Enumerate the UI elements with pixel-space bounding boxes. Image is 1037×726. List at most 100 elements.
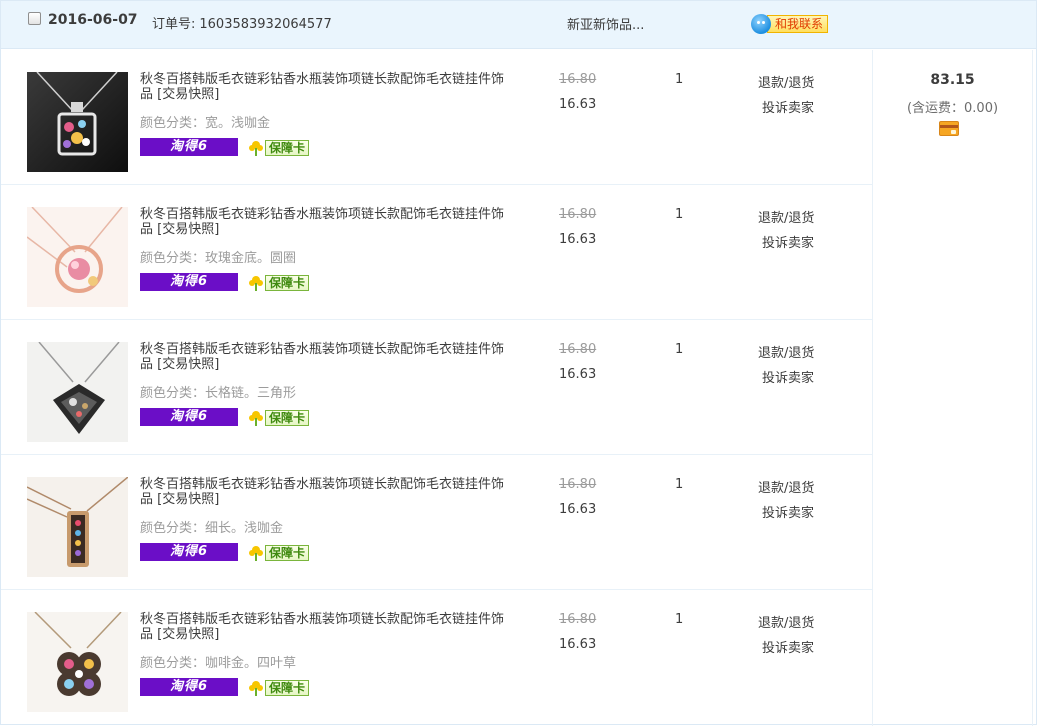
- sku-info: 颜色分类：玫瑰金底。圆圈: [140, 247, 296, 266]
- sku-info: 颜色分类：咖啡金。四叶草: [140, 652, 296, 671]
- order-number-value: 1603583932064577: [199, 17, 332, 32]
- actual-price: 16.63: [559, 637, 597, 652]
- trade-snapshot-link[interactable]: [交易快照]: [157, 222, 219, 237]
- order-item-row: 秋冬百搭韩版毛衣链彩钻香水瓶装饰项链长款配饰毛衣链挂件饰品 [交易快照] 颜色分…: [1, 185, 872, 320]
- guarantee-card-badge[interactable]: 保障卡: [248, 543, 310, 562]
- guarantee-card-label: 保障卡: [265, 409, 310, 426]
- order-total: 83.15: [930, 72, 975, 88]
- original-price: 16.80: [559, 342, 597, 357]
- complain-seller-link[interactable]: 投诉卖家: [762, 502, 814, 521]
- sku-value: 长格链。三角形: [205, 386, 297, 401]
- actual-price: 16.63: [559, 367, 597, 382]
- original-price: 16.80: [559, 207, 597, 222]
- trade-snapshot-link[interactable]: [交易快照]: [157, 87, 219, 102]
- necklace-image: [27, 342, 128, 442]
- trade-snapshot-link[interactable]: [交易快照]: [157, 627, 219, 642]
- complain-seller-link[interactable]: 投诉卖家: [762, 232, 814, 251]
- original-price: 16.80: [559, 477, 597, 492]
- refund-return-link[interactable]: 退款/退货: [758, 207, 814, 226]
- actual-price: 16.63: [559, 232, 597, 247]
- tao-badge[interactable]: 淘得6: [140, 678, 238, 696]
- shield-flower-icon: [249, 140, 263, 156]
- order-number-label: 订单号:: [152, 17, 196, 32]
- column-divider: [1032, 50, 1033, 726]
- necklace-image: [27, 72, 128, 172]
- quantity: 1: [675, 72, 684, 87]
- sku-label: 颜色分类：: [140, 521, 206, 536]
- shop-name-link[interactable]: 新亚新饰品...: [567, 14, 644, 33]
- necklace-image: [27, 477, 128, 577]
- sku-info: 颜色分类：宽。浅咖金: [140, 112, 270, 131]
- quantity: 1: [675, 207, 684, 222]
- column-divider: [872, 50, 873, 726]
- trade-snapshot-link[interactable]: [交易快照]: [157, 492, 219, 507]
- product-title[interactable]: 秋冬百搭韩版毛衣链彩钻香水瓶装饰项链长款配饰毛衣链挂件饰品 [交易快照]: [140, 342, 510, 372]
- sku-label: 颜色分类：: [140, 656, 206, 671]
- complain-seller-link[interactable]: 投诉卖家: [762, 637, 814, 656]
- product-thumbnail[interactable]: [27, 72, 128, 172]
- refund-return-link[interactable]: 退款/退货: [758, 72, 814, 91]
- guarantee-card-label: 保障卡: [265, 679, 310, 696]
- shield-flower-icon: [249, 680, 263, 696]
- refund-return-link[interactable]: 退款/退货: [758, 342, 814, 361]
- shipping-fee: (含运费：0.00): [906, 101, 999, 116]
- order-item-row: 秋冬百搭韩版毛衣链彩钻香水瓶装饰项链长款配饰毛衣链挂件饰品 [交易快照] 颜色分…: [1, 590, 872, 725]
- sku-value: 宽。浅咖金: [205, 116, 271, 131]
- credit-card-icon[interactable]: [939, 121, 959, 136]
- order-select-checkbox[interactable]: [28, 12, 41, 25]
- sku-value: 玫瑰金底。圆圈: [205, 251, 297, 266]
- complain-seller-link[interactable]: 投诉卖家: [762, 97, 814, 116]
- sku-label: 颜色分类：: [140, 251, 206, 266]
- sku-label: 颜色分类：: [140, 116, 206, 131]
- guarantee-card-label: 保障卡: [265, 274, 310, 291]
- tao-badge[interactable]: 淘得6: [140, 273, 238, 291]
- order-card: 2016-06-07 订单号: 1603583932064577 新亚新饰品...…: [0, 0, 1037, 726]
- shield-flower-icon: [249, 275, 263, 291]
- tao-badge[interactable]: 淘得6: [140, 408, 238, 426]
- shield-flower-icon: [249, 410, 263, 426]
- guarantee-card-badge[interactable]: 保障卡: [248, 138, 310, 157]
- product-thumbnail[interactable]: [27, 612, 128, 712]
- actual-price: 16.63: [559, 97, 597, 112]
- order-item-row: 秋冬百搭韩版毛衣链彩钻香水瓶装饰项链长款配饰毛衣链挂件饰品 [交易快照] 颜色分…: [1, 455, 872, 590]
- guarantee-card-badge[interactable]: 保障卡: [248, 408, 310, 427]
- guarantee-card-label: 保障卡: [265, 139, 310, 156]
- tao-badge[interactable]: 淘得6: [140, 138, 238, 156]
- quantity: 1: [675, 477, 684, 492]
- sku-info: 颜色分类：长格链。三角形: [140, 382, 296, 401]
- sku-info: 颜色分类：细长。浅咖金: [140, 517, 283, 536]
- sku-value: 咖啡金。四叶草: [205, 656, 297, 671]
- original-price: 16.80: [559, 72, 597, 87]
- actual-price: 16.63: [559, 502, 597, 517]
- guarantee-card-badge[interactable]: 保障卡: [248, 273, 310, 292]
- quantity: 1: [675, 342, 684, 357]
- trade-snapshot-link[interactable]: [交易快照]: [157, 357, 219, 372]
- necklace-image: [27, 207, 128, 307]
- order-item-row: 秋冬百搭韩版毛衣链彩钻香水瓶装饰项链长款配饰毛衣链挂件饰品 [交易快照] 颜色分…: [1, 320, 872, 455]
- product-thumbnail[interactable]: [27, 342, 128, 442]
- contact-seller-label: 和我联系: [767, 15, 829, 33]
- refund-return-link[interactable]: 退款/退货: [758, 477, 814, 496]
- order-date: 2016-06-07: [48, 12, 138, 28]
- product-thumbnail[interactable]: [27, 477, 128, 577]
- sku-label: 颜色分类：: [140, 386, 206, 401]
- product-title[interactable]: 秋冬百搭韩版毛衣链彩钻香水瓶装饰项链长款配饰毛衣链挂件饰品 [交易快照]: [140, 72, 510, 102]
- refund-return-link[interactable]: 退款/退货: [758, 612, 814, 631]
- chat-avatar-icon: [751, 14, 771, 34]
- product-thumbnail[interactable]: [27, 207, 128, 307]
- guarantee-card-badge[interactable]: 保障卡: [248, 678, 310, 697]
- product-title[interactable]: 秋冬百搭韩版毛衣链彩钻香水瓶装饰项链长款配饰毛衣链挂件饰品 [交易快照]: [140, 612, 510, 642]
- product-title[interactable]: 秋冬百搭韩版毛衣链彩钻香水瓶装饰项链长款配饰毛衣链挂件饰品 [交易快照]: [140, 207, 510, 237]
- product-title[interactable]: 秋冬百搭韩版毛衣链彩钻香水瓶装饰项链长款配饰毛衣链挂件饰品 [交易快照]: [140, 477, 510, 507]
- order-header: 2016-06-07 订单号: 1603583932064577 新亚新饰品...…: [1, 1, 1036, 49]
- sku-value: 细长。浅咖金: [205, 521, 284, 536]
- order-number: 订单号: 1603583932064577: [152, 13, 332, 32]
- order-item-row: 秋冬百搭韩版毛衣链彩钻香水瓶装饰项链长款配饰毛衣链挂件饰品 [交易快照] 颜色分…: [1, 50, 872, 185]
- shield-flower-icon: [249, 545, 263, 561]
- contact-seller-button[interactable]: 和我联系: [751, 14, 829, 34]
- guarantee-card-label: 保障卡: [265, 544, 310, 561]
- quantity: 1: [675, 612, 684, 627]
- complain-seller-link[interactable]: 投诉卖家: [762, 367, 814, 386]
- tao-badge[interactable]: 淘得6: [140, 543, 238, 561]
- original-price: 16.80: [559, 612, 597, 627]
